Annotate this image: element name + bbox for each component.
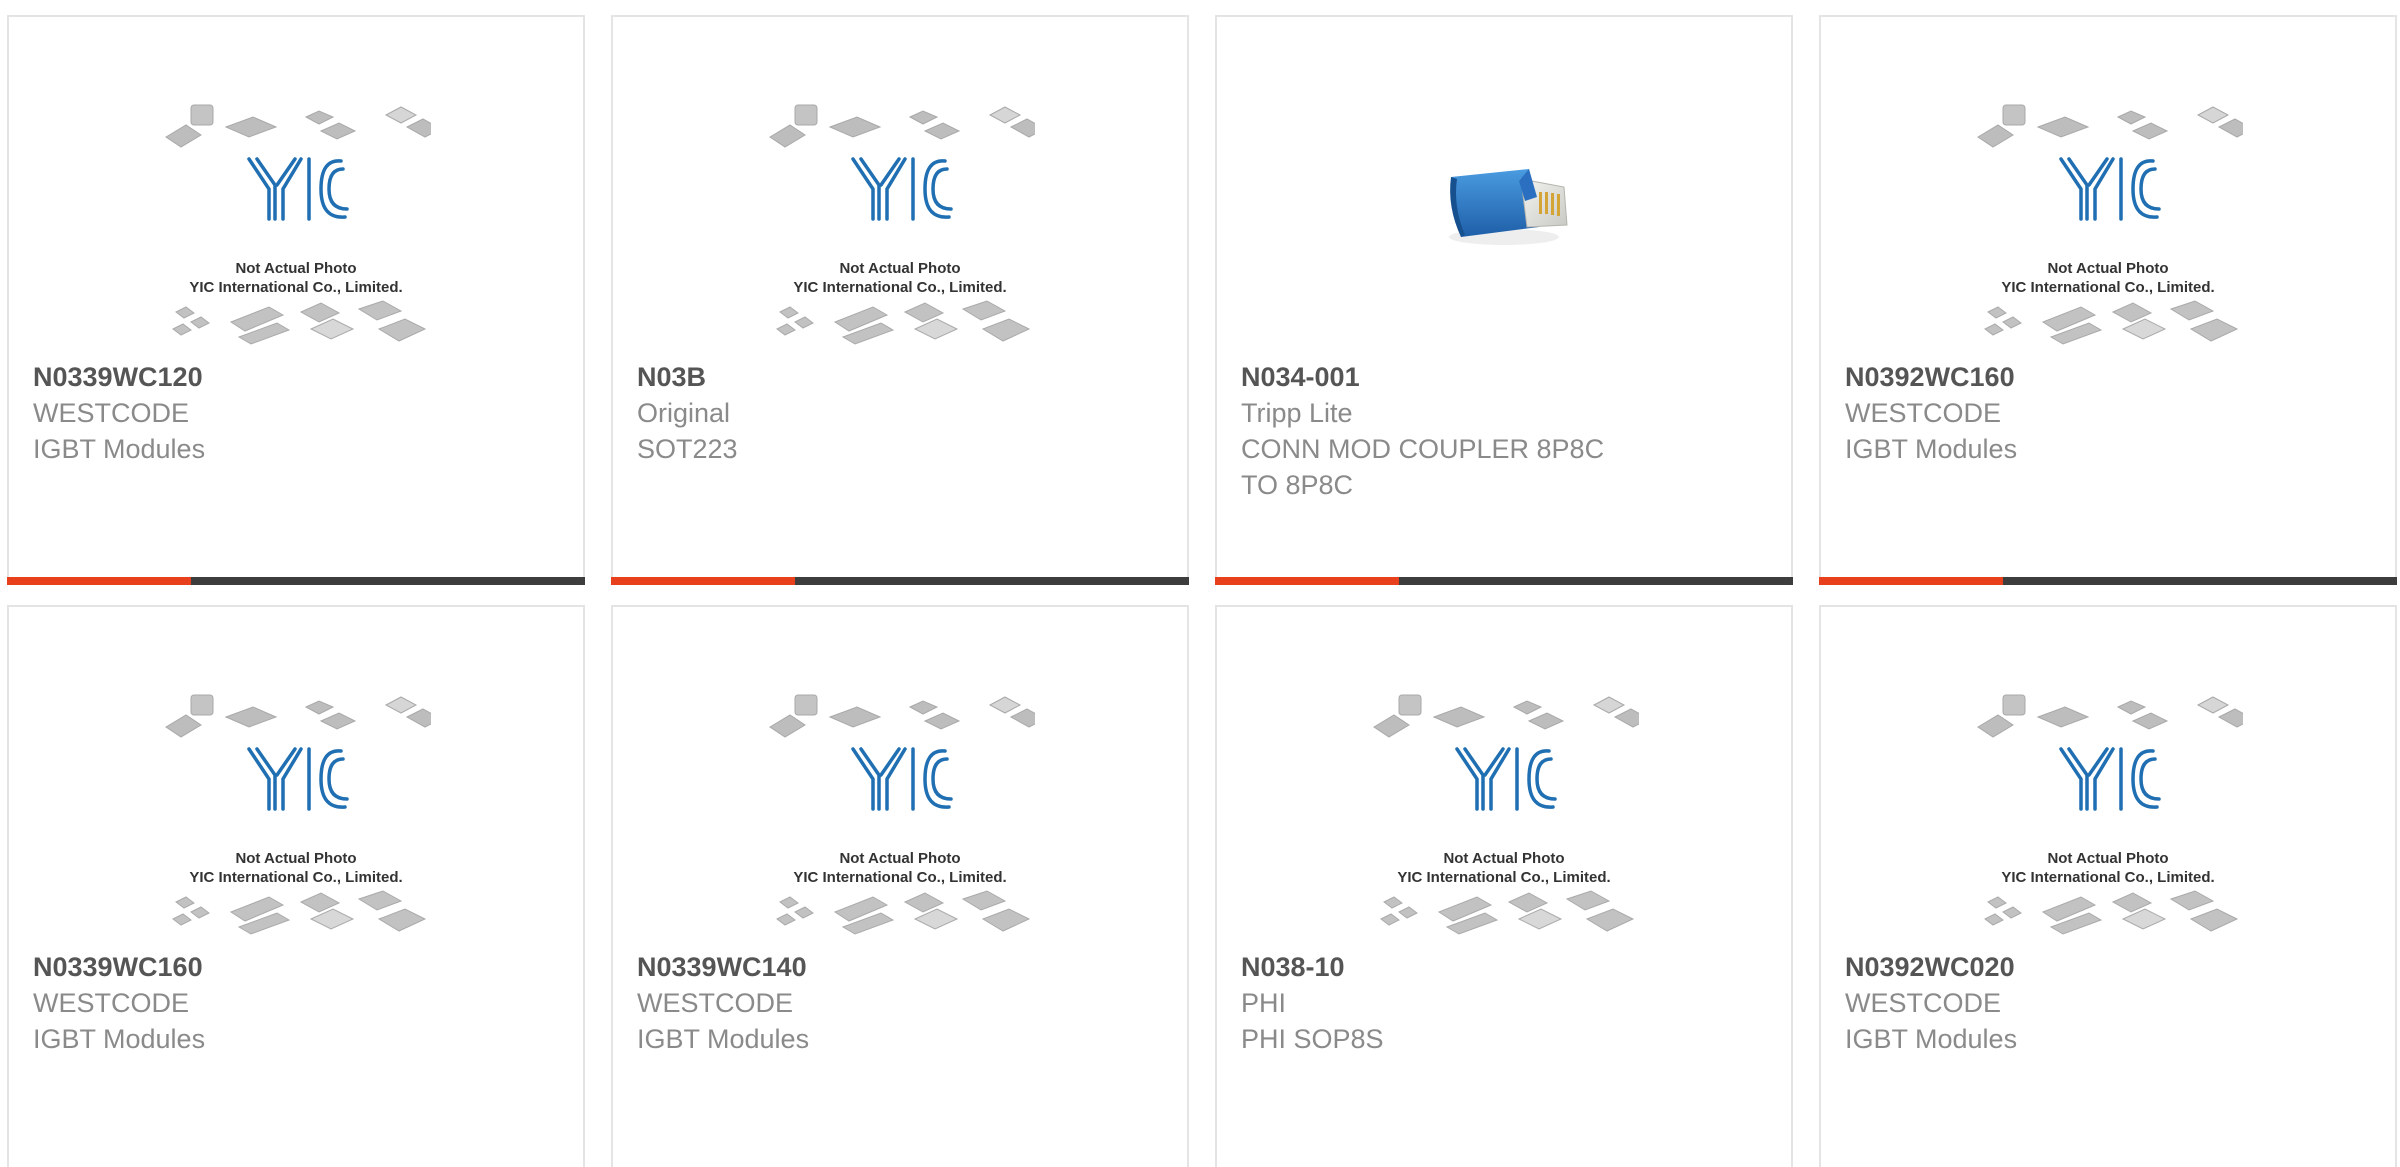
card-footer-bar	[1215, 577, 1793, 585]
product-image[interactable]	[1369, 97, 1639, 347]
description: SOT223	[637, 434, 738, 464]
placeholder-company: YIC International Co., Limited.	[1397, 869, 1610, 886]
description: IGBT Modules	[637, 1024, 810, 1054]
description: CONN MOD COUPLER 8P8C	[1241, 434, 1605, 464]
part-number[interactable]: N0392WC020	[1845, 949, 2375, 985]
placeholder-caption: Not Actual Photo	[1443, 850, 1564, 867]
product-card[interactable]: Not Actual Photo YIC International Co., L…	[611, 15, 1189, 585]
part-number[interactable]: N034-001	[1241, 359, 1771, 395]
part-number[interactable]: N0339WC160	[33, 949, 563, 985]
placeholder-company: YIC International Co., Limited.	[793, 869, 1006, 886]
placeholder-caption: Not Actual Photo	[235, 850, 356, 867]
card-footer-bar	[1819, 577, 2397, 585]
manufacturer: WESTCODE	[33, 398, 190, 428]
placeholder-company: YIC International Co., Limited.	[793, 279, 1006, 296]
placeholder-company: YIC International Co., Limited.	[189, 279, 402, 296]
manufacturer: WESTCODE	[33, 988, 190, 1018]
placeholder-caption: Not Actual Photo	[839, 260, 960, 277]
description: IGBT Modules	[1845, 434, 2018, 464]
manufacturer: Tripp Lite	[1241, 398, 1353, 428]
product-image[interactable]: Not Actual Photo YIC International Co., L…	[161, 97, 431, 347]
product-card[interactable]: Not Actual Photo YIC International Co., L…	[611, 605, 1189, 1167]
product-image[interactable]: Not Actual Photo YIC International Co., L…	[765, 687, 1035, 937]
product-card[interactable]: Not Actual Photo YIC International Co., L…	[7, 15, 585, 585]
placeholder-company: YIC International Co., Limited.	[189, 869, 402, 886]
manufacturer: PHI	[1241, 988, 1287, 1018]
placeholder-caption: Not Actual Photo	[2047, 260, 2168, 277]
manufacturer: WESTCODE	[637, 988, 794, 1018]
placeholder-company: YIC International Co., Limited.	[2001, 869, 2214, 886]
placeholder-company: YIC International Co., Limited.	[2001, 279, 2214, 296]
part-number[interactable]: N038-10	[1241, 949, 1771, 985]
part-number[interactable]: N03B	[637, 359, 1167, 395]
manufacturer: WESTCODE	[1845, 988, 2002, 1018]
part-number[interactable]: N0392WC160	[1845, 359, 2375, 395]
product-card[interactable]: Not Actual Photo YIC International Co., L…	[7, 605, 585, 1167]
manufacturer: WESTCODE	[1845, 398, 2002, 428]
product-image[interactable]: Not Actual Photo YIC International Co., L…	[765, 97, 1035, 347]
product-card[interactable]: Not Actual Photo YIC International Co., L…	[1819, 605, 2397, 1167]
product-grid: Not Actual Photo YIC International Co., L…	[0, 0, 2400, 1167]
card-footer-bar	[7, 577, 585, 585]
placeholder-caption: Not Actual Photo	[839, 850, 960, 867]
placeholder-caption: Not Actual Photo	[235, 260, 356, 277]
product-image[interactable]: Not Actual Photo YIC International Co., L…	[1973, 687, 2243, 937]
product-card[interactable]: Not Actual Photo YIC International Co., L…	[1215, 605, 1793, 1167]
product-card[interactable]: Not Actual Photo YIC International Co., L…	[1819, 15, 2397, 585]
placeholder-caption: Not Actual Photo	[2047, 850, 2168, 867]
description: IGBT Modules	[33, 1024, 206, 1054]
product-image[interactable]: Not Actual Photo YIC International Co., L…	[161, 687, 431, 937]
description-cont: TO 8P8C	[1241, 470, 1354, 500]
product-card[interactable]: N034-001 Tripp Lite CONN MOD COUPLER 8P8…	[1215, 15, 1793, 585]
part-number[interactable]: N0339WC120	[33, 359, 563, 395]
description: IGBT Modules	[1845, 1024, 2018, 1054]
description: PHI SOP8S	[1241, 1024, 1384, 1054]
product-image[interactable]: Not Actual Photo YIC International Co., L…	[1369, 687, 1639, 937]
manufacturer: Original	[637, 398, 731, 428]
product-image[interactable]: Not Actual Photo YIC International Co., L…	[1973, 97, 2243, 347]
description: IGBT Modules	[33, 434, 206, 464]
part-number[interactable]: N0339WC140	[637, 949, 1167, 985]
card-footer-bar	[611, 577, 1189, 585]
rj45-coupler-photo	[1449, 169, 1568, 245]
